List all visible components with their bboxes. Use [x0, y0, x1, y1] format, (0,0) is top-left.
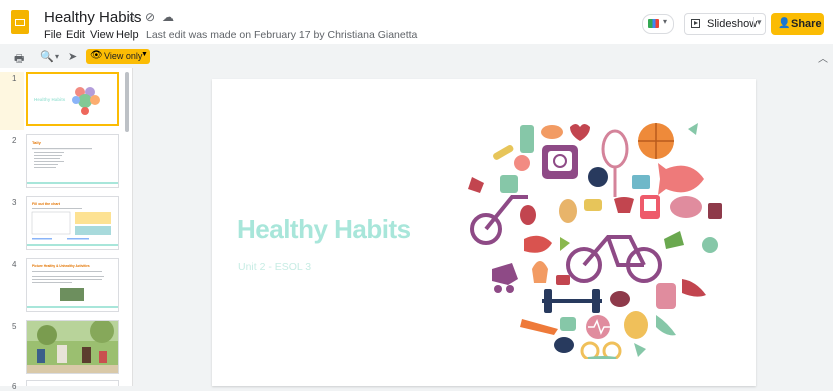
- thumb-title: Picture Healthy & Unhealthy Activities: [32, 264, 90, 268]
- carrot-icon: [520, 319, 558, 335]
- thumbnail-preview: Fill out the chart: [27, 202, 118, 246]
- slide-number: 6: [12, 382, 17, 391]
- beet-icon: [610, 291, 630, 307]
- healthy-habits-heart-collage: [468, 123, 722, 359]
- slideshow-label: Slideshow: [707, 18, 758, 30]
- pepper-icon: [520, 205, 536, 225]
- slide-subtitle: Unit 2 - ESOL 3: [238, 261, 312, 273]
- pear-icon: [702, 237, 718, 253]
- cloud-status-icon[interactable]: ☁: [162, 10, 174, 24]
- dumbbell-small-icon: [493, 145, 514, 160]
- slide-number: 3: [12, 198, 17, 207]
- menu-help[interactable]: Help: [116, 29, 139, 41]
- lock-icon: 👤: [778, 18, 791, 29]
- pepper-red-icon: [524, 235, 552, 253]
- sausage-icon: [682, 279, 706, 297]
- slide-canvas[interactable]: Healthy Habits Unit 2 - ESOL 3: [212, 79, 756, 386]
- mint-icon: [634, 343, 646, 357]
- thumb-title: Healthy Habits: [34, 97, 66, 102]
- cereal-bowl-icon: [670, 196, 702, 218]
- pineapple-icon: [624, 311, 648, 339]
- slide-title: Healthy Habits: [237, 214, 411, 244]
- slide-thumbnail-4[interactable]: Picture Healthy & Unhealthy Activities: [26, 258, 119, 312]
- meet-button[interactable]: ▾: [642, 14, 674, 34]
- menu-file[interactable]: File: [44, 29, 62, 41]
- food-box-icon: [632, 175, 650, 189]
- menu-view[interactable]: View: [90, 29, 114, 41]
- thumb-title: Fill out the chart: [32, 202, 61, 206]
- tomato-icon: [556, 275, 570, 285]
- share-button[interactable]: 👤 Share: [771, 13, 824, 35]
- strawberry-icon: [468, 177, 484, 193]
- bicycle-icon: [566, 235, 662, 283]
- glass-icon: [614, 197, 634, 213]
- thumbnail-preview: Tally: [27, 140, 118, 184]
- select-pointer-icon[interactable]: ➤: [68, 50, 77, 63]
- eye-icon: 👁: [90, 50, 103, 61]
- print-icon[interactable]: 🖶: [14, 50, 24, 69]
- family-picnic-photo: [27, 321, 118, 373]
- last-edit-link[interactable]: Last edit was made on February 17 by Chr…: [146, 29, 417, 41]
- rollerskate-icon: [492, 263, 518, 285]
- slideshow-dropdown-icon[interactable]: ▾: [753, 17, 762, 28]
- eggplant-icon: [559, 199, 577, 223]
- zoom-dropdown-icon[interactable]: ▾: [55, 52, 59, 61]
- slide-number: 2: [12, 136, 17, 145]
- slide-thumbnail-2[interactable]: Tally: [26, 134, 119, 188]
- heart-collage-icon: [72, 87, 100, 115]
- slideshow-button[interactable]: Slideshow ▾: [684, 13, 766, 35]
- leaf-icon: [688, 123, 698, 135]
- apple-icon: [570, 124, 590, 141]
- tennis-racket-icon: [601, 129, 629, 169]
- thumbnail-preview: Picture Healthy & Unhealthy Activities: [27, 264, 118, 308]
- bottle-icon: [560, 317, 576, 331]
- star-icon[interactable]: ☆: [127, 10, 138, 24]
- filmstrip-scrollbar[interactable]: [125, 72, 129, 132]
- orange-icon: [514, 155, 530, 171]
- slide-thumbnail-5[interactable]: [26, 320, 119, 374]
- zoom-icon[interactable]: 🔍: [40, 50, 54, 63]
- chevron-down-icon: ▾: [663, 17, 668, 26]
- barbell-icon: [542, 289, 602, 313]
- slide-thumbnail-3[interactable]: Fill out the chart: [26, 196, 119, 250]
- slide-thumbnail-1[interactable]: Healthy Habits: [26, 72, 119, 126]
- slide-number: 5: [12, 322, 17, 331]
- top-bar: Healthy Habits ☆ ⊘ ☁ File Edit View Help…: [0, 0, 833, 44]
- view-only-button[interactable]: 👁 View only ▼: [86, 49, 150, 64]
- greens-icon: [560, 237, 570, 251]
- thumb-title: Tally: [32, 140, 42, 145]
- share-label: Share: [791, 18, 822, 30]
- fish-icon: [658, 163, 704, 195]
- collapse-icon[interactable]: ︿: [818, 50, 828, 65]
- carrot-top-icon: [532, 261, 548, 283]
- water-bottle-icon: [520, 125, 534, 153]
- present-icon: [691, 19, 700, 28]
- leaf-icon: [656, 315, 676, 336]
- thumbnail-preview: Healthy Habits: [34, 87, 100, 115]
- salad-bowl-icon: [554, 337, 574, 353]
- tennis-ball-icon: [588, 167, 608, 187]
- slide-number: 1: [12, 74, 17, 83]
- view-only-label: View only: [104, 51, 143, 61]
- kale-icon: [664, 231, 684, 249]
- veggie-icon: [500, 175, 518, 193]
- sweet-potato-icon: [541, 125, 563, 139]
- slides-logo-icon[interactable]: [11, 10, 29, 34]
- cheese-icon: [584, 199, 602, 211]
- milk-bottle-icon: [656, 283, 676, 309]
- slide-number: 4: [12, 260, 17, 269]
- broccoli-icon: [708, 203, 722, 219]
- move-icon[interactable]: ⊘: [145, 10, 155, 24]
- slide-thumbnail-6[interactable]: [26, 380, 119, 386]
- chevron-down-icon: ▼: [141, 51, 148, 58]
- meet-icon: [648, 19, 659, 28]
- menu-edit[interactable]: Edit: [66, 29, 85, 41]
